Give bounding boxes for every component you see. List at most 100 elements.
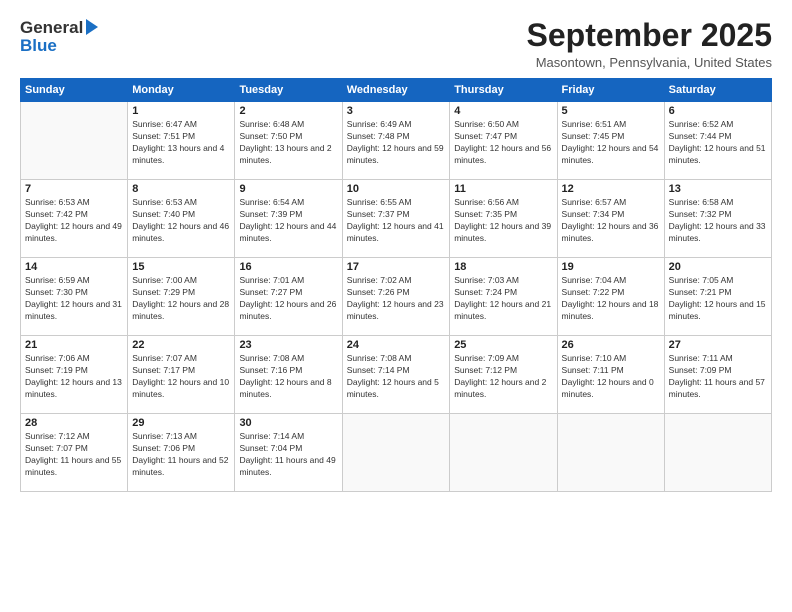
week-row-0: 1 Sunrise: 6:47 AMSunset: 7:51 PMDaylight… [21, 102, 772, 180]
week-row-3: 21Sunrise: 7:06 AMSunset: 7:19 PMDayligh… [21, 336, 772, 414]
day-detail: Sunrise: 7:03 AMSunset: 7:24 PMDaylight:… [454, 275, 552, 323]
day-detail: Sunrise: 7:00 AMSunset: 7:29 PMDaylight:… [132, 275, 230, 323]
month-title: September 2025 [527, 18, 772, 53]
col-header-sunday: Sunday [21, 79, 128, 102]
day-number: 25 [454, 339, 552, 351]
day-cell [342, 414, 449, 492]
day-number: 1 [132, 105, 230, 117]
day-number: 8 [132, 183, 230, 195]
day-cell: 11 Sunrise: 6:56 AMSunset: 7:35 PMDayligh… [450, 180, 557, 258]
day-number: 13 [669, 183, 767, 195]
col-header-wednesday: Wednesday [342, 79, 449, 102]
day-number: 28 [25, 417, 123, 429]
day-detail: Sunrise: 6:53 AMSunset: 7:40 PMDaylight:… [132, 197, 230, 245]
day-cell: 27Sunrise: 7:11 AMSunset: 7:09 PMDayligh… [664, 336, 771, 414]
week-row-4: 28 Sunrise: 7:12 AMSunset: 7:07 PMDayligh… [21, 414, 772, 492]
day-detail: Sunrise: 6:58 AMSunset: 7:32 PMDaylight:… [669, 197, 767, 245]
day-cell: 12 Sunrise: 6:57 AMSunset: 7:34 PMDayligh… [557, 180, 664, 258]
day-cell: 17 Sunrise: 7:02 AMSunset: 7:26 PMDayligh… [342, 258, 449, 336]
day-detail: Sunrise: 7:12 AMSunset: 7:07 PMDaylight:… [25, 431, 123, 479]
day-detail: Sunrise: 7:09 AMSunset: 7:12 PMDaylight:… [454, 353, 552, 401]
col-header-tuesday: Tuesday [235, 79, 342, 102]
day-detail: Sunrise: 6:56 AMSunset: 7:35 PMDaylight:… [454, 197, 552, 245]
day-number: 16 [239, 261, 337, 273]
day-cell: 25 Sunrise: 7:09 AMSunset: 7:12 PMDayligh… [450, 336, 557, 414]
day-cell: 3 Sunrise: 6:49 AMSunset: 7:48 PMDaylight… [342, 102, 449, 180]
logo-blue: Blue [20, 36, 57, 56]
day-number: 11 [454, 183, 552, 195]
day-cell: 24 Sunrise: 7:08 AMSunset: 7:14 PMDayligh… [342, 336, 449, 414]
location: Masontown, Pennsylvania, United States [527, 55, 772, 70]
day-detail: Sunrise: 7:13 AMSunset: 7:06 PMDaylight:… [132, 431, 230, 479]
day-detail: Sunrise: 6:57 AMSunset: 7:34 PMDaylight:… [562, 197, 660, 245]
day-cell: 16 Sunrise: 7:01 AMSunset: 7:27 PMDayligh… [235, 258, 342, 336]
calendar-header-row: SundayMondayTuesdayWednesdayThursdayFrid… [21, 79, 772, 102]
day-cell: 10 Sunrise: 6:55 AMSunset: 7:37 PMDayligh… [342, 180, 449, 258]
day-detail: Sunrise: 6:53 AMSunset: 7:42 PMDaylight:… [25, 197, 123, 245]
day-cell: 9Sunrise: 6:54 AMSunset: 7:39 PMDaylight… [235, 180, 342, 258]
day-detail: Sunrise: 6:47 AMSunset: 7:51 PMDaylight:… [132, 119, 230, 167]
day-cell: 21Sunrise: 7:06 AMSunset: 7:19 PMDayligh… [21, 336, 128, 414]
day-cell: 6Sunrise: 6:52 AMSunset: 7:44 PMDaylight… [664, 102, 771, 180]
header: General Blue September 2025 Masontown, P… [20, 18, 772, 70]
day-number: 18 [454, 261, 552, 273]
title-block: September 2025 Masontown, Pennsylvania, … [527, 18, 772, 70]
day-number: 5 [562, 105, 660, 117]
day-detail: Sunrise: 7:08 AMSunset: 7:16 PMDaylight:… [239, 353, 337, 401]
logo: General Blue [20, 18, 98, 56]
day-cell [450, 414, 557, 492]
calendar-table: SundayMondayTuesdayWednesdayThursdayFrid… [20, 78, 772, 492]
day-cell: 7Sunrise: 6:53 AMSunset: 7:42 PMDaylight… [21, 180, 128, 258]
day-detail: Sunrise: 6:59 AMSunset: 7:30 PMDaylight:… [25, 275, 123, 323]
day-cell: 8 Sunrise: 6:53 AMSunset: 7:40 PMDaylight… [128, 180, 235, 258]
day-number: 22 [132, 339, 230, 351]
day-cell: 26Sunrise: 7:10 AMSunset: 7:11 PMDayligh… [557, 336, 664, 414]
day-cell: 13 Sunrise: 6:58 AMSunset: 7:32 PMDayligh… [664, 180, 771, 258]
day-detail: Sunrise: 7:06 AMSunset: 7:19 PMDaylight:… [25, 353, 123, 401]
logo-arrow-icon [86, 19, 98, 35]
day-detail: Sunrise: 6:52 AMSunset: 7:44 PMDaylight:… [669, 119, 767, 167]
week-row-1: 7Sunrise: 6:53 AMSunset: 7:42 PMDaylight… [21, 180, 772, 258]
day-number: 20 [669, 261, 767, 273]
day-detail: Sunrise: 7:10 AMSunset: 7:11 PMDaylight:… [562, 353, 660, 401]
day-cell: 29 Sunrise: 7:13 AMSunset: 7:06 PMDayligh… [128, 414, 235, 492]
col-header-thursday: Thursday [450, 79, 557, 102]
day-detail: Sunrise: 7:14 AMSunset: 7:04 PMDaylight:… [239, 431, 337, 479]
logo-general: General [20, 18, 83, 38]
week-row-2: 14Sunrise: 6:59 AMSunset: 7:30 PMDayligh… [21, 258, 772, 336]
day-cell: 4 Sunrise: 6:50 AMSunset: 7:47 PMDaylight… [450, 102, 557, 180]
day-cell: 18 Sunrise: 7:03 AMSunset: 7:24 PMDayligh… [450, 258, 557, 336]
day-detail: Sunrise: 7:05 AMSunset: 7:21 PMDaylight:… [669, 275, 767, 323]
day-detail: Sunrise: 7:07 AMSunset: 7:17 PMDaylight:… [132, 353, 230, 401]
day-detail: Sunrise: 7:02 AMSunset: 7:26 PMDaylight:… [347, 275, 445, 323]
day-number: 4 [454, 105, 552, 117]
day-number: 23 [239, 339, 337, 351]
day-number: 3 [347, 105, 445, 117]
day-cell: 14Sunrise: 6:59 AMSunset: 7:30 PMDayligh… [21, 258, 128, 336]
day-detail: Sunrise: 7:08 AMSunset: 7:14 PMDaylight:… [347, 353, 445, 401]
day-cell [21, 102, 128, 180]
day-number: 12 [562, 183, 660, 195]
day-cell: 2Sunrise: 6:48 AMSunset: 7:50 PMDaylight… [235, 102, 342, 180]
day-number: 15 [132, 261, 230, 273]
day-cell: 19Sunrise: 7:04 AMSunset: 7:22 PMDayligh… [557, 258, 664, 336]
day-detail: Sunrise: 7:01 AMSunset: 7:27 PMDaylight:… [239, 275, 337, 323]
col-header-monday: Monday [128, 79, 235, 102]
day-cell: 1 Sunrise: 6:47 AMSunset: 7:51 PMDaylight… [128, 102, 235, 180]
day-cell: 28 Sunrise: 7:12 AMSunset: 7:07 PMDayligh… [21, 414, 128, 492]
day-detail: Sunrise: 6:50 AMSunset: 7:47 PMDaylight:… [454, 119, 552, 167]
day-number: 10 [347, 183, 445, 195]
day-number: 24 [347, 339, 445, 351]
day-number: 9 [239, 183, 337, 195]
day-detail: Sunrise: 6:55 AMSunset: 7:37 PMDaylight:… [347, 197, 445, 245]
day-number: 17 [347, 261, 445, 273]
day-number: 19 [562, 261, 660, 273]
day-detail: Sunrise: 6:49 AMSunset: 7:48 PMDaylight:… [347, 119, 445, 167]
day-number: 29 [132, 417, 230, 429]
day-cell: 15 Sunrise: 7:00 AMSunset: 7:29 PMDayligh… [128, 258, 235, 336]
page: General Blue September 2025 Masontown, P… [0, 0, 792, 612]
day-cell [557, 414, 664, 492]
day-cell: 22 Sunrise: 7:07 AMSunset: 7:17 PMDayligh… [128, 336, 235, 414]
day-number: 30 [239, 417, 337, 429]
day-cell: 20 Sunrise: 7:05 AMSunset: 7:21 PMDayligh… [664, 258, 771, 336]
